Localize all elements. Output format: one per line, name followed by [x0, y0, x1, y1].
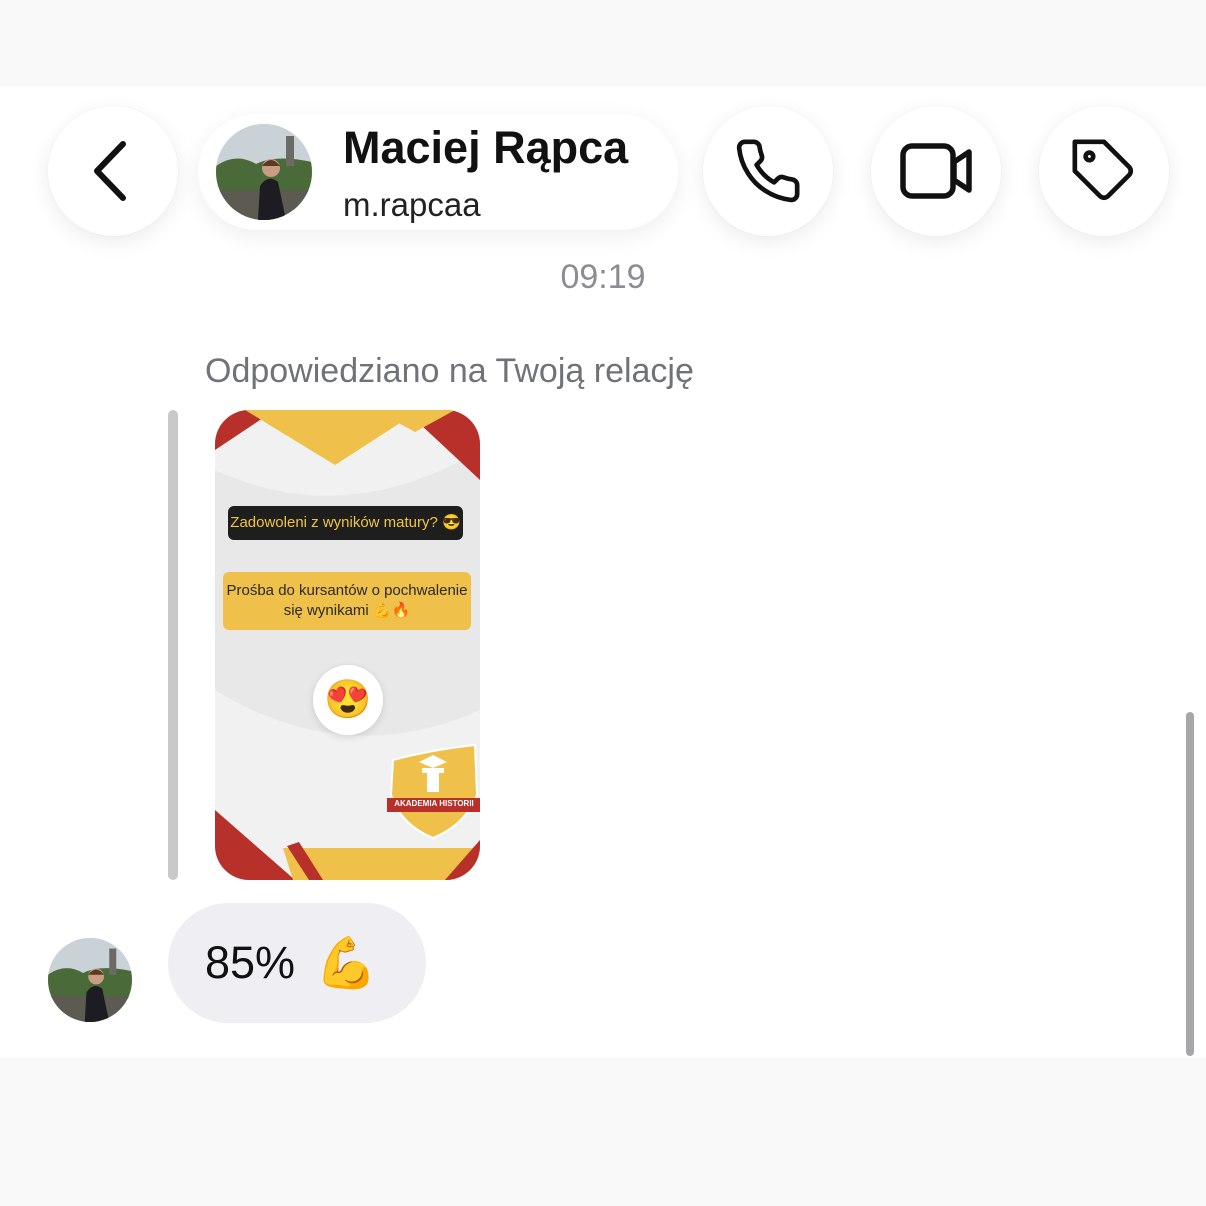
video-call-button[interactable]	[871, 106, 1001, 236]
sender-avatar[interactable]	[48, 938, 132, 1022]
story-reaction-emoji: 😍	[313, 665, 383, 735]
video-camera-icon	[900, 143, 972, 199]
top-bar-background	[0, 0, 1206, 86]
composer-area	[0, 1058, 1206, 1206]
story-preview[interactable]: Zadowoleni z wyników matury? 😎 Prośba do…	[215, 410, 480, 880]
avatar[interactable]	[216, 124, 312, 220]
flexed-biceps-emoji: 💪	[315, 934, 378, 991]
message-text: 85%	[205, 937, 296, 988]
chevron-left-icon	[94, 141, 126, 201]
phone-icon	[736, 139, 800, 203]
reply-indicator-bar	[168, 410, 178, 880]
story-reply-label: Odpowiedziano na Twoją relację	[205, 352, 694, 390]
story-request-box: Prośba do kursantów o pochwalenie się wy…	[223, 572, 471, 630]
tag-icon	[1072, 139, 1134, 200]
scrollbar[interactable]	[1186, 712, 1194, 1056]
message-bubble[interactable]: 85% 💪	[168, 903, 426, 1023]
story-background	[215, 410, 480, 880]
contact-username: m.rapcaa	[343, 186, 481, 223]
contact-name: Maciej Rąpca	[343, 122, 629, 173]
back-button[interactable]	[48, 106, 178, 236]
story-question-sticker: Zadowoleni z wyników matury? 😎	[228, 506, 463, 540]
message-timestamp: 09:19	[560, 258, 646, 296]
call-button[interactable]	[703, 106, 833, 236]
tag-button[interactable]	[1039, 106, 1169, 236]
story-logo-text: AKADEMIA HISTORII	[394, 799, 474, 808]
